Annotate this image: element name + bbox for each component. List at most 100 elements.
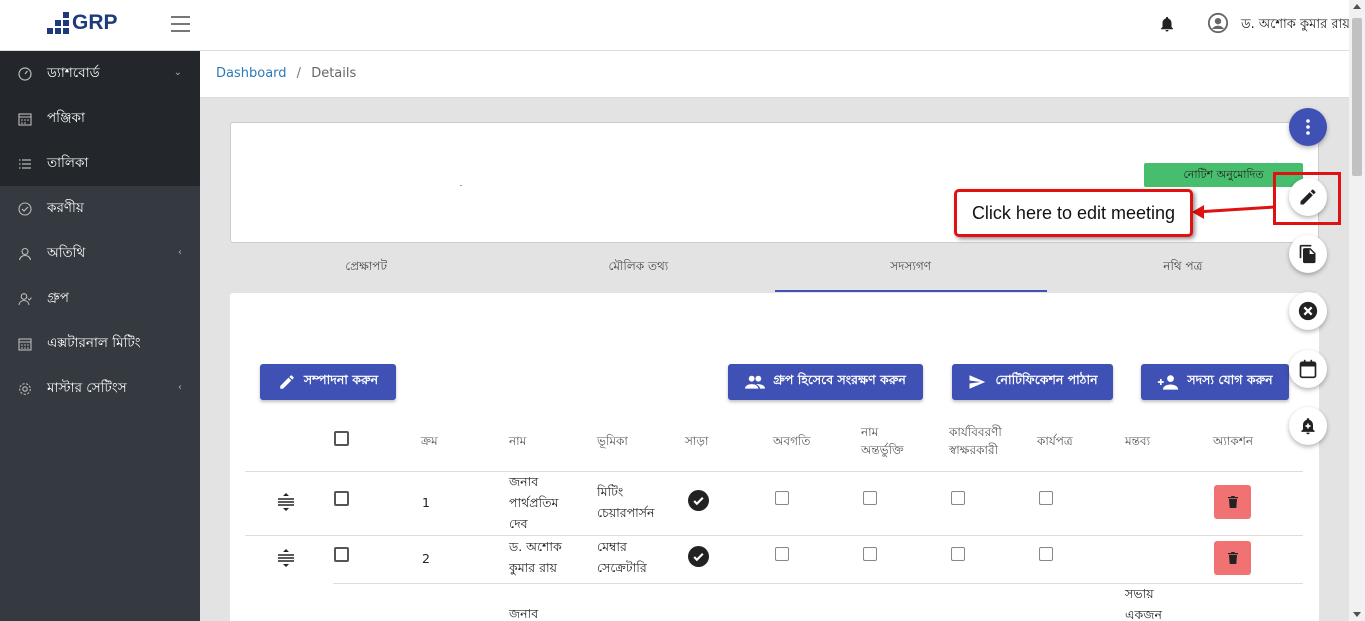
sidebar-item-label: ড্যাশবোর্ড bbox=[47, 65, 100, 81]
name-include-checkbox[interactable] bbox=[863, 547, 877, 561]
sidebar-item-master-settings[interactable]: মাস্টার সেটিংস ‹ bbox=[0, 366, 200, 411]
tab-members[interactable]: সদস্যগণ bbox=[774, 250, 1048, 292]
row-comment: সভায় একজন bbox=[1125, 586, 1162, 621]
list-icon bbox=[18, 157, 32, 171]
chevron-down-icon: ⌄ bbox=[173, 67, 182, 78]
select-all-checkbox[interactable] bbox=[334, 431, 349, 446]
edit-members-label: সম্পাদনা করুন bbox=[303, 372, 379, 387]
bell-plus-icon bbox=[1301, 418, 1315, 435]
sidebar-item-group[interactable]: গ্রুপ bbox=[0, 276, 200, 321]
row-role: মেম্বার সেক্রেটারি bbox=[597, 539, 647, 575]
delete-member-button[interactable] bbox=[1214, 541, 1251, 575]
sidebar-item-dashboard[interactable]: ড্যাশবোর্ড ⌄ bbox=[0, 51, 200, 96]
username[interactable]: ড. অশোক কুমার রায় bbox=[1241, 15, 1350, 36]
add-user-icon bbox=[1158, 375, 1179, 390]
sidebar-item-label: গ্রুপ bbox=[47, 290, 69, 306]
calendar-icon bbox=[1299, 359, 1317, 379]
row-divider bbox=[245, 535, 1303, 536]
trash-icon bbox=[1227, 552, 1238, 564]
chevron-left-icon: ‹ bbox=[178, 382, 182, 393]
row-select-checkbox[interactable] bbox=[334, 491, 349, 506]
header-name: নাম bbox=[509, 434, 527, 448]
more-vertical-icon bbox=[1306, 119, 1310, 135]
save-as-group-button[interactable]: গ্রুপ হিসেবে সংরক্ষণ করুন bbox=[728, 364, 923, 400]
group-icon bbox=[745, 375, 766, 389]
name-include-checkbox[interactable] bbox=[863, 491, 877, 505]
breadcrumb: Dashboard / Details bbox=[200, 51, 1349, 98]
send-icon bbox=[969, 375, 986, 389]
header-minutes-signer: কার্যবিবরণী স্বাক্ষরকারী bbox=[949, 425, 1002, 457]
reschedule-meeting-button[interactable] bbox=[1289, 350, 1327, 388]
row-select-checkbox[interactable] bbox=[334, 547, 349, 562]
worksheet-checkbox[interactable] bbox=[1039, 491, 1053, 505]
sidebar: ড্যাশবোর্ড ⌄ পঞ্জিকা তালিকা করণীয় অতিথি… bbox=[0, 51, 200, 621]
dashboard-icon bbox=[18, 66, 32, 81]
detail-tabs: প্রেক্ষাপট মৌলিক তথ্য সদস্যগণ নথি পত্র bbox=[230, 250, 1319, 292]
edit-meeting-callout: Click here to edit meeting bbox=[954, 189, 1193, 237]
breadcrumb-separator: / bbox=[296, 66, 302, 81]
page-scrollbar[interactable] bbox=[1349, 0, 1365, 621]
breadcrumb-current: Details bbox=[311, 66, 357, 81]
top-bar: GRP ড. অশোক কুমার রায় bbox=[0, 0, 1350, 51]
row-serial: 1 bbox=[422, 495, 430, 510]
logo-text: GRP bbox=[72, 11, 118, 34]
scroll-up-icon[interactable] bbox=[1353, 4, 1361, 9]
drag-handle-icon[interactable] bbox=[276, 493, 296, 511]
calendar-grid-icon bbox=[18, 337, 32, 351]
cancel-meeting-button[interactable] bbox=[1289, 292, 1327, 330]
sidebar-item-external-meeting[interactable]: এক্সটারনাল মিটিং bbox=[0, 321, 200, 366]
bell-icon[interactable] bbox=[1158, 14, 1176, 34]
more-options-button[interactable] bbox=[1289, 108, 1327, 146]
settings-icon bbox=[18, 382, 32, 396]
sidebar-item-label: মাস্টার সেটিংস bbox=[47, 380, 127, 396]
worksheet-checkbox[interactable] bbox=[1039, 547, 1053, 561]
informed-checkbox[interactable] bbox=[775, 491, 789, 505]
copy-meeting-button[interactable] bbox=[1289, 235, 1327, 273]
sidebar-item-todo[interactable]: করণীয় bbox=[0, 186, 200, 231]
menu-toggle-icon[interactable] bbox=[171, 16, 190, 32]
header-serial: ক্রম bbox=[421, 434, 438, 448]
scroll-down-icon[interactable] bbox=[1353, 612, 1361, 617]
informed-checkbox[interactable] bbox=[775, 547, 789, 561]
scrollbar-thumb[interactable] bbox=[1352, 18, 1362, 176]
tab-background[interactable]: প্রেক্ষাপট bbox=[230, 250, 502, 292]
grp-logo[interactable]: GRP bbox=[47, 12, 118, 34]
logo-dots-icon bbox=[47, 12, 69, 34]
row-name: জনাব পার্থপ্রতিম দেব bbox=[509, 474, 559, 531]
table-header-divider bbox=[245, 471, 1303, 472]
response-check-icon bbox=[688, 546, 709, 567]
pencil-icon bbox=[280, 375, 294, 389]
trash-icon bbox=[1227, 496, 1238, 508]
close-circle-icon bbox=[1298, 301, 1318, 321]
sidebar-item-guest[interactable]: অতিথি ‹ bbox=[0, 231, 200, 276]
edit-members-button[interactable]: সম্পাদনা করুন bbox=[260, 364, 396, 400]
row-role: মিটিং চেয়ারপার্সন bbox=[597, 484, 655, 520]
add-member-button[interactable]: সদস্য যোগ করুন bbox=[1141, 364, 1289, 400]
sidebar-item-list[interactable]: তালিকা bbox=[0, 141, 200, 186]
minutes-signer-checkbox[interactable] bbox=[951, 547, 965, 561]
breadcrumb-dashboard-link[interactable]: Dashboard bbox=[216, 66, 287, 81]
edit-button-highlight bbox=[1273, 172, 1341, 225]
send-notification-label: নোটিফিকেশন পাঠান bbox=[995, 372, 1098, 387]
divider bbox=[460, 185, 462, 186]
add-member-label: সদস্য যোগ করুন bbox=[1187, 372, 1273, 387]
add-reminder-button[interactable] bbox=[1289, 407, 1327, 445]
sidebar-item-label: অতিথি bbox=[47, 245, 86, 261]
user-avatar-icon[interactable] bbox=[1207, 12, 1229, 34]
send-notification-button[interactable]: নোটিফিকেশন পাঠান bbox=[952, 364, 1113, 400]
drag-handle-icon[interactable] bbox=[276, 549, 296, 567]
check-circle-icon bbox=[18, 201, 32, 216]
header-worksheet: কার্যপত্র bbox=[1037, 434, 1073, 448]
header-response: সাড়া bbox=[685, 434, 709, 448]
header-role: ভূমিকা bbox=[597, 434, 628, 448]
sidebar-item-label: তালিকা bbox=[47, 155, 89, 171]
tab-basic-info[interactable]: মৌলিক তথ্য bbox=[502, 250, 774, 292]
members-card: সম্পাদনা করুন গ্রুপ হিসেবে সংরক্ষণ করুন … bbox=[230, 293, 1319, 621]
sidebar-item-calendar[interactable]: পঞ্জিকা bbox=[0, 96, 200, 141]
tab-documents[interactable]: নথি পত্র bbox=[1047, 250, 1319, 292]
row-serial: 2 bbox=[422, 551, 430, 566]
delete-member-button[interactable] bbox=[1214, 485, 1251, 519]
minutes-signer-checkbox[interactable] bbox=[951, 491, 965, 505]
row-name: ড. অশোক কুমার রায় bbox=[509, 539, 562, 575]
sidebar-item-label: পঞ্জিকা bbox=[47, 110, 85, 126]
